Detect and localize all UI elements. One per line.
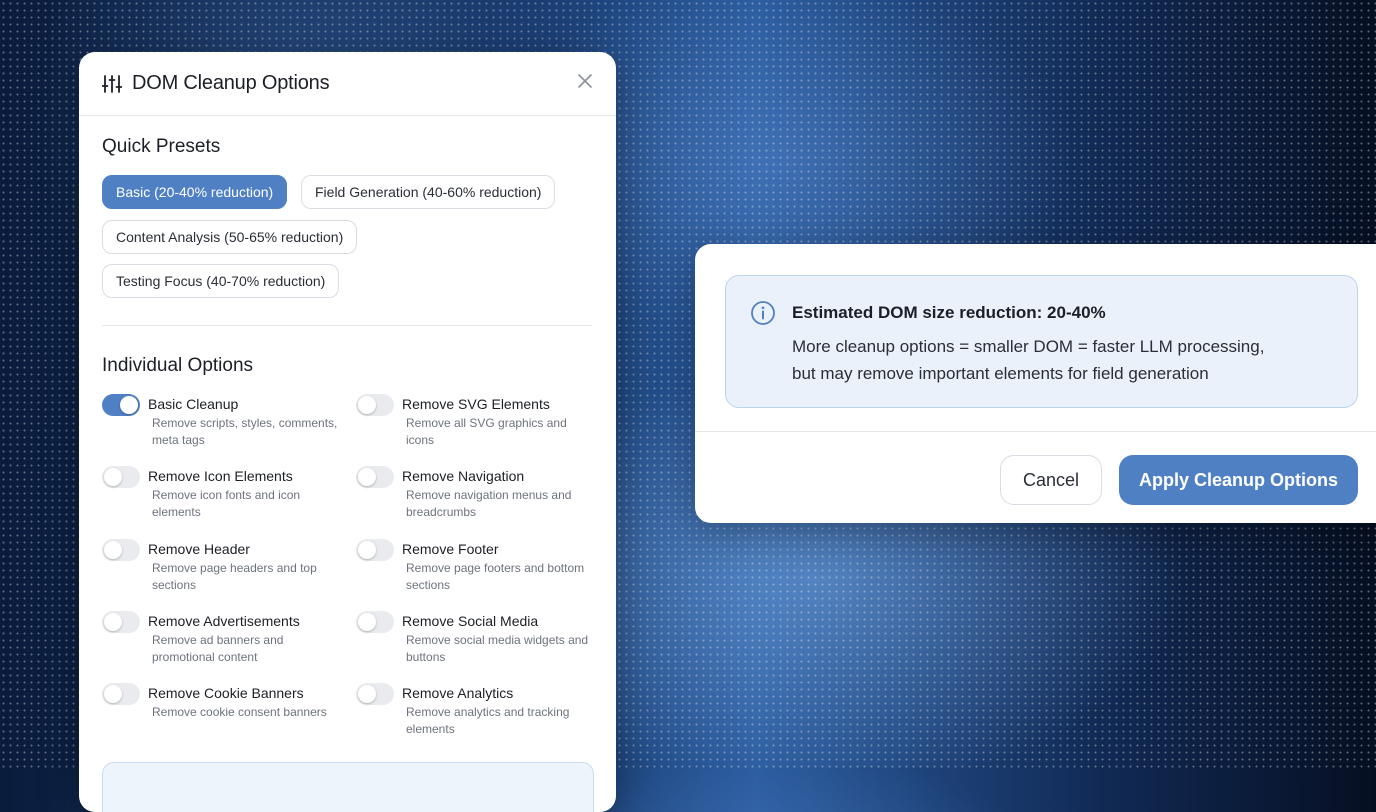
reduction-line-1: More cleanup options = smaller DOM = fas… (792, 337, 1265, 356)
remove-svg-toggle[interactable] (356, 394, 394, 416)
reduction-line-2: but may remove important elements for fi… (792, 364, 1209, 383)
option-label: Remove Advertisements (148, 613, 300, 629)
option-label: Remove Icon Elements (148, 468, 293, 484)
option-description: Remove analytics and tracking elements (406, 705, 570, 736)
option-label: Remove SVG Elements (402, 396, 550, 412)
remove-icons-toggle[interactable] (102, 466, 140, 488)
option-label: Remove Social Media (402, 613, 539, 629)
apply-cleanup-button[interactable]: Apply Cleanup Options (1119, 455, 1358, 505)
remove-ads-toggle[interactable] (102, 611, 140, 633)
sliders-icon (102, 74, 122, 94)
option-description: Remove page headers and top sections (152, 561, 317, 592)
info-icon (750, 300, 776, 326)
option-label: Remove Cookie Banners (148, 685, 304, 701)
card-divider (695, 431, 1376, 432)
option-description: Remove page footers and bottom sections (406, 561, 585, 592)
remove-header-toggle[interactable] (102, 539, 140, 561)
option-label: Remove Footer (402, 541, 499, 557)
preset-field-generation[interactable]: Field Generation (40-60% reduction) (301, 175, 556, 209)
close-icon (577, 73, 593, 89)
option-label: Remove Header (148, 541, 250, 557)
basic-cleanup-toggle[interactable] (102, 394, 140, 416)
dom-cleanup-dialog: DOM Cleanup Options Quick Presets Basic … (79, 52, 616, 812)
section-divider (102, 325, 592, 326)
preset-content-analysis[interactable]: Content Analysis (50-65% reduction) (102, 220, 358, 254)
dialog-title: DOM Cleanup Options (132, 72, 330, 94)
dialog-header: DOM Cleanup Options (79, 52, 616, 116)
option-label: Remove Navigation (402, 468, 525, 484)
reduction-estimate-title: Estimated DOM size reduction: 20-40% (792, 303, 1106, 322)
option-description: Remove cookie consent banners (152, 705, 327, 719)
option-description: Remove icon fonts and icon elements (152, 488, 301, 519)
option-description: Remove ad banners and promotional conten… (152, 633, 284, 664)
preset-basic[interactable]: Basic (20-40% reduction) (102, 175, 288, 209)
option-description: Remove scripts, styles, comments, meta t… (152, 416, 338, 447)
preset-testing-focus[interactable]: Testing Focus (40-70% reduction) (102, 264, 340, 298)
individual-options-heading: Individual Options (102, 355, 254, 376)
remove-footer-toggle[interactable] (356, 539, 394, 561)
reduction-hint-box (102, 762, 594, 812)
reduction-estimate-body: More cleanup options = smaller DOM = fas… (792, 333, 1332, 387)
quick-presets-heading: Quick Presets (102, 136, 221, 157)
option-description: Remove all SVG graphics and icons (406, 416, 567, 447)
option-label: Basic Cleanup (148, 396, 239, 412)
remove-social-toggle[interactable] (356, 611, 394, 633)
close-button[interactable] (574, 70, 596, 92)
summary-card: Estimated DOM size reduction: 20-40% Mor… (695, 244, 1376, 523)
remove-analytics-toggle[interactable] (356, 683, 394, 705)
remove-cookie-banners-toggle[interactable] (102, 683, 140, 705)
reduction-info-box: Estimated DOM size reduction: 20-40% Mor… (725, 275, 1358, 408)
option-description: Remove social media widgets and buttons (406, 633, 589, 664)
cancel-button[interactable]: Cancel (1000, 455, 1102, 505)
option-label: Remove Analytics (402, 685, 514, 701)
remove-navigation-toggle[interactable] (356, 466, 394, 488)
option-description: Remove navigation menus and breadcrumbs (406, 488, 572, 519)
